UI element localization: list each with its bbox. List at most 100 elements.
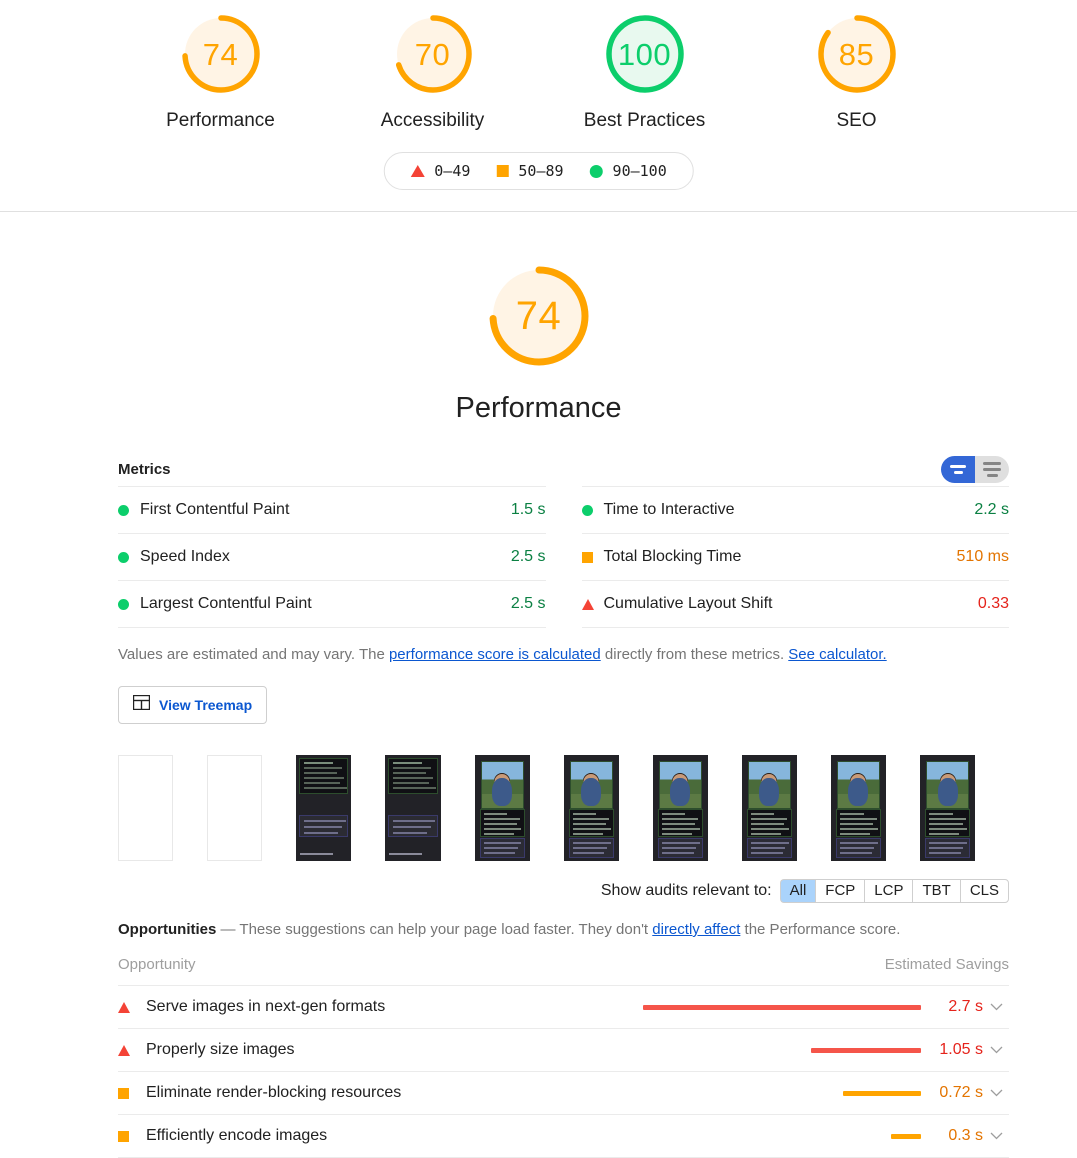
- filmstrip-frame-text: [296, 755, 352, 861]
- gauge-label: Accessibility: [380, 110, 485, 131]
- view-treemap-button[interactable]: View Treemap: [118, 686, 268, 724]
- see-calculator-link[interactable]: See calculator.: [788, 646, 886, 663]
- chevron-down-icon[interactable]: [983, 1132, 1009, 1140]
- metric-status-icon: [581, 598, 604, 610]
- circle-green-icon: [118, 551, 129, 563]
- opportunity-savings-value: 0.3 s: [948, 1127, 983, 1144]
- opportunities-description: Opportunities — These suggestions can he…: [118, 921, 1009, 938]
- filmstrip-frame-screenshot: [652, 755, 708, 861]
- filmstrip-frame-screenshot: [563, 755, 619, 861]
- opportunities-heading: Opportunities: [118, 921, 217, 938]
- chevron-down-icon[interactable]: [983, 1089, 1009, 1097]
- toggle-expanded-view[interactable]: [975, 455, 1009, 483]
- filmstrip-frame-screenshot: [474, 755, 530, 861]
- report-content: Metrics First Contentful Paint 1.5 s Speed…: [0, 455, 1077, 1158]
- metric-row[interactable]: Time to Interactive 2.2 s: [581, 486, 1009, 533]
- gauge-label: Best Practices: [583, 110, 706, 131]
- audit-filter-chip-lcp[interactable]: LCP: [864, 879, 913, 903]
- gauge-accessibility[interactable]: 70 Accessibility: [357, 10, 509, 132]
- legend-item: 0–49: [410, 162, 470, 180]
- opportunity-row[interactable]: Serve images in next-gen formats 2.7 s: [118, 985, 1009, 1028]
- opportunity-row[interactable]: Eliminate render-blocking resources 0.72 …: [118, 1071, 1009, 1114]
- triangle-red-icon: [581, 598, 594, 610]
- legend-range: 90–100: [612, 162, 667, 180]
- audit-filter-row: Show audits relevant to: All FCP LCP TBT CLS: [118, 879, 1009, 903]
- metric-status-icon: [581, 504, 604, 516]
- col-estimated-savings: Estimated Savings: [884, 956, 1009, 973]
- legend-range: 0–49: [434, 162, 471, 180]
- square-orange-icon: [581, 551, 593, 563]
- filmstrip-frame-text: [385, 755, 441, 861]
- metric-value: 2.5 s: [510, 548, 546, 565]
- opp-desc-1: These suggestions can help your page loa…: [239, 921, 653, 938]
- col-opportunity: Opportunity: [118, 956, 196, 973]
- filmstrip-frame-blank: [118, 755, 174, 861]
- metric-name: First Contentful Paint: [140, 501, 290, 518]
- gauge-score: 74: [202, 36, 239, 72]
- opportunity-status-icon: [118, 1044, 146, 1056]
- opportunity-name: Serve images in next-gen formats: [146, 998, 386, 1015]
- gauge-arc: 74: [177, 10, 265, 98]
- legend-item: 90–100: [589, 162, 667, 180]
- circle-green-icon: [118, 504, 129, 516]
- metric-row[interactable]: Cumulative Layout Shift 0.33: [581, 580, 1009, 628]
- gauge-score: 70: [414, 36, 451, 72]
- metrics-estimation-note: Values are estimated and may vary. The p…: [118, 646, 1009, 663]
- directly-affect-link[interactable]: directly affect: [652, 921, 740, 938]
- filmstrip-frame-screenshot: [919, 755, 976, 861]
- metric-name: Cumulative Layout Shift: [603, 595, 773, 612]
- view-treemap-label: View Treemap: [159, 697, 253, 713]
- metric-status-icon: [118, 504, 140, 516]
- opportunities-list: Serve images in next-gen formats 2.7 s Pro…: [118, 985, 1009, 1158]
- audit-filter-chip-cls[interactable]: CLS: [959, 879, 1009, 903]
- opportunity-savings-bar-zone: [641, 1047, 921, 1053]
- gauge-arc: 70: [389, 10, 477, 98]
- metric-row[interactable]: Total Blocking Time 510 ms: [581, 533, 1009, 580]
- circle-green-icon: [581, 504, 593, 516]
- performance-gauge-label: Performance: [455, 392, 622, 424]
- opp-desc-2: the Performance score.: [740, 921, 901, 938]
- opportunity-savings-value: 1.05 s: [939, 1041, 983, 1058]
- metric-status-icon: [118, 598, 140, 610]
- performance-gauge-arc: 74: [479, 256, 599, 376]
- audit-filter-chip-all[interactable]: All: [779, 879, 816, 903]
- gauge-arc: 85: [813, 10, 901, 98]
- score-calculation-link[interactable]: performance score is calculated: [389, 646, 601, 663]
- metric-name: Total Blocking Time: [603, 548, 742, 565]
- gauge-performance[interactable]: 74 Performance: [145, 10, 297, 132]
- metric-value: 0.33: [977, 595, 1009, 612]
- gauge-seo[interactable]: 85 SEO: [781, 10, 933, 132]
- gauge-score: 85: [838, 36, 875, 72]
- metrics-column-left: First Contentful Paint 1.5 s Speed Index 2.…: [118, 486, 564, 628]
- square-orange-icon: [118, 1130, 129, 1142]
- performance-category-gauge: 74 Performance: [0, 212, 1077, 425]
- metric-row[interactable]: Speed Index 2.5 s: [118, 533, 546, 580]
- metric-name: Largest Contentful Paint: [140, 595, 312, 612]
- opportunity-status-icon: [118, 1087, 146, 1099]
- audit-filter-chips: All FCP LCP TBT CLS: [779, 879, 1009, 903]
- opportunity-name: Properly size images: [146, 1041, 295, 1058]
- gauge-score: 100: [617, 36, 672, 72]
- square-orange-icon: [496, 165, 509, 177]
- opportunity-savings-bar-zone: [641, 1004, 921, 1010]
- toggle-simple-view[interactable]: [941, 455, 975, 483]
- audit-filter-chip-tbt[interactable]: TBT: [912, 879, 960, 903]
- gauge-best-practices[interactable]: 100 Best Practices: [569, 10, 721, 132]
- legend-item: 50–89: [496, 162, 564, 180]
- chevron-down-icon[interactable]: [983, 1046, 1009, 1054]
- metrics-grid: First Contentful Paint 1.5 s Speed Index 2.…: [118, 486, 1009, 628]
- circle-green-icon: [589, 164, 603, 178]
- opportunity-row[interactable]: Efficiently encode images 0.3 s: [118, 1114, 1009, 1158]
- opportunity-name: Eliminate render-blocking resources: [146, 1084, 402, 1101]
- audit-filter-chip-fcp[interactable]: FCP: [815, 879, 865, 903]
- chevron-down-icon[interactable]: [983, 1003, 1009, 1011]
- opportunity-row[interactable]: Properly size images 1.05 s: [118, 1028, 1009, 1071]
- metric-value: 1.5 s: [510, 501, 546, 518]
- opportunity-savings-bar: [811, 1047, 921, 1053]
- metric-row[interactable]: Largest Contentful Paint 2.5 s: [118, 580, 546, 628]
- filmstrip-frame-screenshot: [741, 755, 797, 861]
- screenshot-filmstrip: [118, 755, 1009, 861]
- circle-green-icon: [118, 598, 129, 610]
- metric-row[interactable]: First Contentful Paint 1.5 s: [118, 486, 546, 533]
- metrics-view-toggle[interactable]: [941, 455, 1009, 483]
